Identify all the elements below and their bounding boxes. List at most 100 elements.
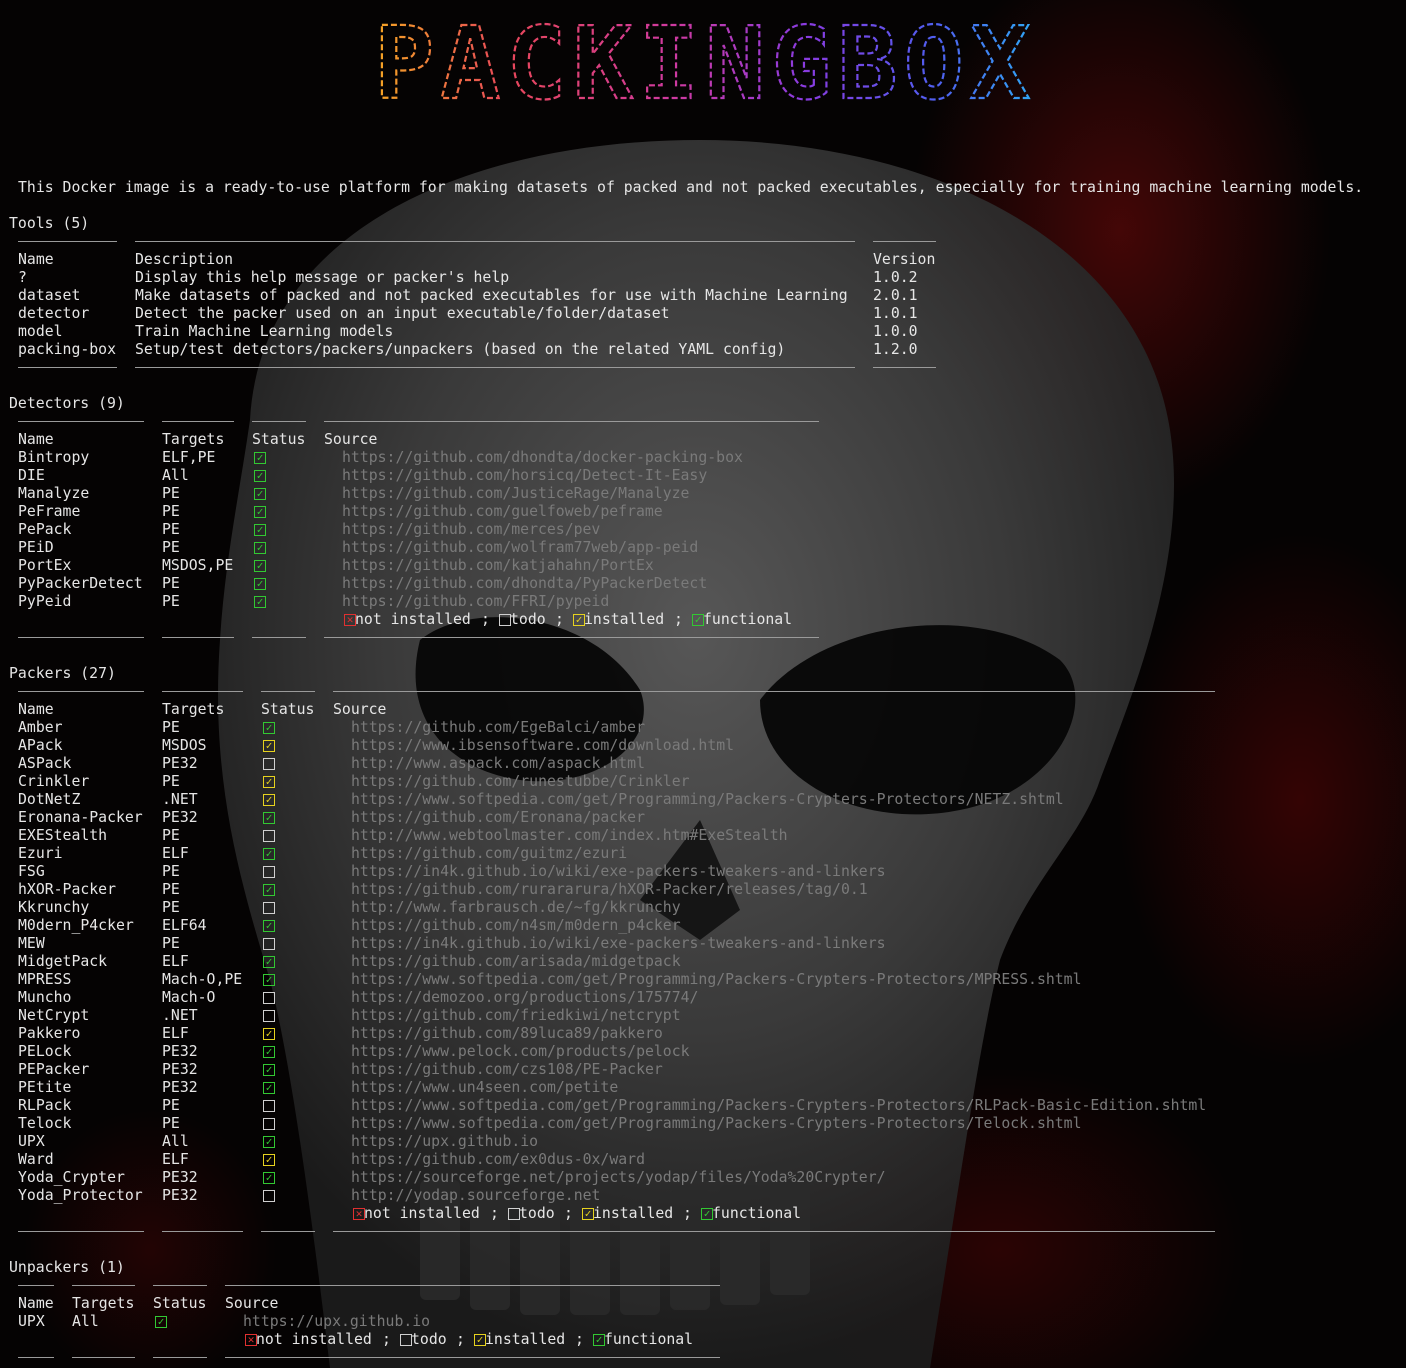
detectors-row-name: PortEx [18,557,72,574]
packers-row-source-link[interactable]: https://github.com/EgeBalci/amber [351,719,645,737]
packers-row-source-link[interactable]: https://upx.github.io [351,1133,538,1151]
detectors-status-functional-icon: ✓ [254,560,266,572]
packers-row-source-link[interactable]: https://github.com/rurararura/hXOR-Packe… [351,881,868,899]
packers-status-functional-icon: ✓ [263,974,275,986]
packers-row-source-link[interactable]: http://www.aspack.com/aspack.html [351,755,645,773]
packers-row-source-link[interactable]: https://github.com/friedkiwi/netcrypt [351,1007,681,1025]
packers-name-rule [18,691,144,692]
packers-row-name: NetCrypt [18,1007,90,1024]
packers-row-source-link[interactable]: https://www.softpedia.com/get/Programmin… [351,791,1064,809]
detectors-row-source-link[interactable]: https://github.com/katjahahn/PortEx [342,557,654,575]
packers-row-source-link[interactable]: https://github.com/ex0dus-0x/ward [351,1151,645,1169]
detectors-legend-separator: ; [555,611,564,628]
packers-row-targets: PE32 [162,809,198,826]
packers-row-targets: PE32 [162,755,198,772]
packers-name-rule-bottom [18,1231,144,1232]
unpackers-header-name: Name [18,1295,54,1312]
packers-row-source-link[interactable]: https://sourceforge.net/projects/yodap/f… [351,1169,886,1187]
tool-description: Setup/test detectors/packers/unpackers (… [135,341,786,358]
packers-row-targets: PE [162,827,180,844]
packers-status-installed-icon: ✓ [263,740,275,752]
packers-row-source-link[interactable]: https://github.com/czs108/PE-Packer [351,1061,663,1079]
packers-row-source-link[interactable]: https://github.com/arisada/midgetpack [351,953,681,971]
detectors-name-rule-bottom [18,637,144,638]
packers-status-todo-icon [263,992,275,1004]
packers-row-source-link[interactable]: https://www.softpedia.com/get/Programmin… [351,1115,1082,1133]
packers-row-name: Yoda_Crypter [18,1169,125,1186]
unpackers-legend-installed-label: installed [485,1331,566,1348]
packers-row-targets: Mach-O [162,989,216,1006]
packers-row-targets: All [162,1133,189,1150]
detectors-row-source-link[interactable]: https://github.com/dhondta/PyPackerDetec… [342,575,707,593]
packers-row-name: MPRESS [18,971,72,988]
packers-row-source-link[interactable]: https://github.com/n4sm/m0dern_p4cker [351,917,681,935]
intro-description: This Docker image is a ready-to-use plat… [18,179,1364,196]
packers-status-functional-icon: ✓ [263,884,275,896]
detectors-row-source-link[interactable]: https://github.com/wolfram77web/app-peid [342,539,698,557]
detectors-row-targets: PE [162,575,180,592]
detectors-header-status: Status [252,431,306,448]
detectors-header-targets: Targets [162,431,225,448]
detectors-section-title: Detectors (9) [9,395,125,412]
packers-row-targets: PE [162,773,180,790]
packers-row-source-link[interactable]: https://github.com/guitmz/ezuri [351,845,627,863]
detectors-targets-rule [162,421,234,422]
packers-row-source-link[interactable]: http://www.farbrausch.de/~fg/kkrunchy [351,899,681,917]
unpackers-legend-separator: ; [456,1331,465,1348]
unpackers-status-rule-bottom [153,1357,207,1358]
packers-row-name: Ezuri [18,845,63,862]
tool-name: packing-box [18,341,116,358]
packers-row-source-link[interactable]: https://demozoo.org/productions/175774/ [351,989,698,1007]
packers-status-installed-icon: ✓ [263,794,275,806]
packers-row-source-link[interactable]: https://www.softpedia.com/get/Programmin… [351,1097,1206,1115]
detectors-status-functional-icon: ✓ [254,488,266,500]
packers-row-source-link[interactable]: https://github.com/runestubbe/Crinkler [351,773,690,791]
detectors-row-source-link[interactable]: https://github.com/guelfoweb/peframe [342,503,663,521]
packers-row-targets: PE32 [162,1187,198,1204]
packers-status-todo-icon [263,1100,275,1112]
packers-legend-functional-label: functional [712,1205,802,1222]
tools-description-rule-bottom [135,367,855,368]
detectors-row-source-link[interactable]: https://github.com/merces/pev [342,521,600,539]
detectors-status-functional-icon: ✓ [254,596,266,608]
detectors-status-functional-icon: ✓ [254,524,266,536]
detectors-targets-rule-bottom [162,637,234,638]
packers-row-source-link[interactable]: http://yodap.sourceforge.net [351,1187,600,1205]
packers-status-functional-icon: ✓ [263,956,275,968]
packers-row-source-link[interactable]: https://github.com/89luca89/pakkero [351,1025,663,1043]
detectors-row-source-link[interactable]: https://github.com/JusticeRage/Manalyze [342,485,689,503]
tool-version: 1.0.1 [873,305,918,322]
unpackers-name-rule [18,1285,54,1286]
detectors-row-targets: PE [162,485,180,502]
detectors-status-rule [252,421,306,422]
unpackers-status-rule [153,1285,207,1286]
unpackers-source-rule-bottom [225,1357,720,1358]
detectors-row-name: Manalyze [18,485,90,502]
tool-name: dataset [18,287,81,304]
unpackers-legend-not-installed-label: not installed [256,1331,372,1348]
packers-row-source-link[interactable]: https://www.un4seen.com/petite [351,1079,618,1097]
unpackers-header-targets: Targets [72,1295,135,1312]
packers-row-targets: PE [162,719,180,736]
packers-row-source-link[interactable]: https://in4k.github.io/wiki/exe-packers-… [351,863,886,881]
packers-row-source-link[interactable]: https://github.com/Eronana/packer [351,809,645,827]
detectors-row-source-link[interactable]: https://github.com/dhondta/docker-packin… [342,449,743,467]
packers-row-source-link[interactable]: https://in4k.github.io/wiki/exe-packers-… [351,935,886,953]
detectors-row-targets: All [162,467,189,484]
packers-status-todo-icon [263,902,275,914]
detectors-row-name: PePack [18,521,72,538]
detectors-source-rule-bottom [324,637,819,638]
detectors-row-targets: ELF,PE [162,449,216,466]
detectors-row-source-link[interactable]: https://github.com/horsicq/Detect-It-Eas… [342,467,707,485]
packers-row-source-link[interactable]: https://www.softpedia.com/get/Programmin… [351,971,1082,989]
packers-row-name: PEtite [18,1079,72,1096]
packers-row-targets: PE32 [162,1061,198,1078]
packers-row-source-link[interactable]: https://www.ibsensoftware.com/download.h… [351,737,734,755]
unpackers-row-source-link[interactable]: https://upx.github.io [243,1313,430,1331]
packers-status-installed-icon: ✓ [263,776,275,788]
packers-row-source-link[interactable]: https://www.pelock.com/products/pelock [351,1043,690,1061]
detectors-row-source-link[interactable]: https://github.com/FFRI/pypeid [342,593,609,611]
packers-row-source-link[interactable]: http://www.webtoolmaster.com/index.htm#E… [351,827,788,845]
detectors-row-name: PEiD [18,539,54,556]
tool-description: Make datasets of packed and not packed e… [135,287,848,304]
